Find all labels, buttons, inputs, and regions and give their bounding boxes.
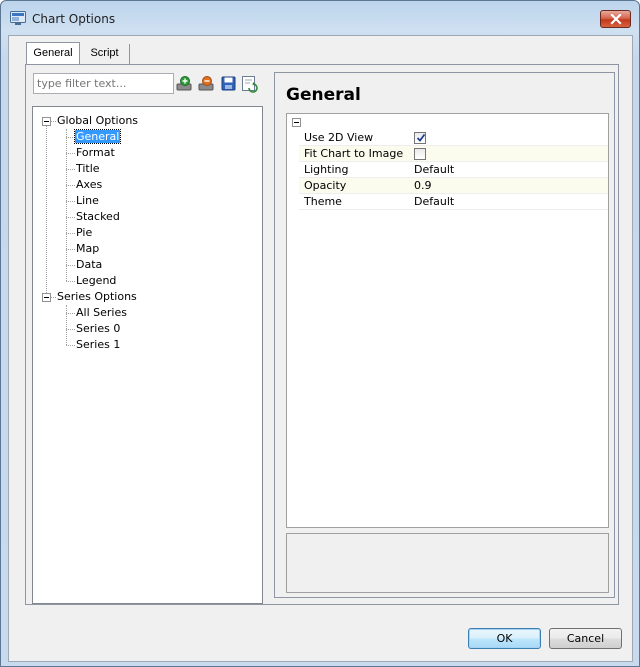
tree-item-series-0[interactable]: Series 0: [76, 321, 120, 337]
tree-connector: [46, 125, 47, 297]
save-icon: [221, 76, 236, 91]
chart-options-icon: [10, 11, 26, 26]
tree-item-pie[interactable]: Pie: [76, 225, 92, 241]
tree-item-all-series[interactable]: All Series: [76, 305, 127, 321]
tree-item-legend[interactable]: Legend: [76, 273, 116, 289]
tree-connector: [66, 305, 67, 345]
ok-button[interactable]: OK: [468, 628, 541, 649]
fit-chart-to-image-checkbox[interactable]: [414, 148, 426, 160]
property-grid: Use 2D View Fit Chart to Image Lighting: [286, 113, 609, 528]
tree-item-label: Pie: [76, 226, 93, 239]
tree-item-label: Format: [76, 146, 115, 159]
remove-option-icon: [198, 76, 214, 91]
tree-item-label: Stacked: [76, 210, 120, 223]
general-tab-panel: Global Options General Format Title Axes…: [25, 64, 619, 605]
refresh-icon: [242, 76, 258, 93]
tree-connector: [51, 121, 56, 122]
property-row-use-2d-view[interactable]: Use 2D View: [299, 130, 608, 146]
tree-connector: [66, 201, 75, 202]
tree-connector: [66, 313, 75, 314]
tree-connector: [66, 137, 75, 138]
tree-connector: [66, 185, 75, 186]
tree-group-label: Global Options: [57, 114, 139, 127]
property-name: Fit Chart to Image: [304, 147, 404, 160]
tree-connector: [66, 169, 75, 170]
add-option-icon: [176, 76, 192, 91]
tree-item-label: Title: [76, 162, 100, 175]
title-bar[interactable]: Chart Options: [1, 1, 639, 35]
save-button[interactable]: [220, 75, 238, 93]
tree-connector: [66, 345, 75, 346]
tree-connector: [66, 281, 75, 282]
tab-general[interactable]: General: [26, 42, 80, 65]
global-options-expander[interactable]: [42, 117, 51, 126]
tree-item-format[interactable]: Format: [76, 145, 115, 161]
tree-connector: [66, 249, 75, 250]
property-row-fit-chart-to-image[interactable]: Fit Chart to Image: [299, 146, 608, 162]
tree-item-line[interactable]: Line: [76, 193, 99, 209]
tree-item-label: Line: [76, 194, 99, 207]
tree-item-label: Map: [76, 242, 100, 255]
tree-connector: [66, 265, 75, 266]
tree-group-series-options[interactable]: Series Options: [57, 289, 137, 305]
tree-item-general[interactable]: General: [73, 129, 122, 145]
tree-item-label: Axes: [76, 178, 103, 191]
tree-item-stacked[interactable]: Stacked: [76, 209, 120, 225]
tree-connector: [66, 153, 75, 154]
tree-connector: [66, 217, 75, 218]
tree-item-axes[interactable]: Axes: [76, 177, 102, 193]
checkmark-icon: [416, 133, 426, 142]
refresh-button[interactable]: [241, 75, 259, 93]
property-name: Use 2D View: [304, 131, 374, 144]
tree-item-title[interactable]: Title: [76, 161, 100, 177]
lighting-value[interactable]: Default: [414, 162, 454, 177]
tree-item-label: Legend: [76, 274, 117, 287]
dialog-client-area: General Script type filter text... Globa…: [8, 35, 633, 662]
cancel-button[interactable]: Cancel: [549, 628, 622, 649]
property-group-collapse-button[interactable]: [292, 118, 301, 127]
property-name: Opacity: [304, 179, 347, 192]
tree-group-label: Series Options: [57, 290, 137, 303]
property-description-box: [286, 533, 609, 593]
tree-item-label: General: [73, 129, 122, 144]
remove-option-button[interactable]: [198, 75, 216, 93]
tree-item-label: All Series: [76, 306, 127, 319]
property-row-opacity[interactable]: Opacity 0.9: [299, 178, 608, 194]
tree-connector: [66, 329, 75, 330]
property-row-theme[interactable]: Theme Default: [299, 194, 608, 210]
window-title: Chart Options: [32, 12, 116, 26]
add-option-button[interactable]: [176, 75, 194, 93]
tree-item-label: Series 0: [76, 322, 121, 335]
property-name: Theme: [304, 195, 342, 208]
tree-item-label: Data: [76, 258, 103, 271]
tree-item-map[interactable]: Map: [76, 241, 99, 257]
close-button[interactable]: [600, 10, 631, 28]
tree-connector: [66, 233, 75, 234]
opacity-value[interactable]: 0.9: [414, 178, 432, 193]
options-tree[interactable]: Global Options General Format Title Axes…: [32, 106, 263, 604]
tree-item-data[interactable]: Data: [76, 257, 102, 273]
series-options-expander[interactable]: [42, 293, 51, 302]
filter-input[interactable]: [33, 73, 174, 94]
chart-options-dialog: Chart Options General Script type filter…: [0, 0, 640, 667]
tab-script[interactable]: Script: [80, 44, 130, 64]
tree-connector: [51, 297, 56, 298]
use-2d-view-checkbox[interactable]: [414, 132, 426, 144]
tree-item-series-1[interactable]: Series 1: [76, 337, 120, 353]
options-panel: General Use 2D View Fit Chart to Image L…: [274, 72, 615, 598]
page-title: General: [286, 85, 361, 105]
property-name: Lighting: [304, 163, 349, 176]
tree-item-label: Series 1: [76, 338, 121, 351]
close-icon: [610, 14, 622, 25]
tree-group-global-options[interactable]: Global Options: [57, 113, 138, 129]
tree-connector: [66, 129, 67, 281]
property-row-lighting[interactable]: Lighting Default: [299, 162, 608, 178]
theme-value[interactable]: Default: [414, 194, 454, 209]
